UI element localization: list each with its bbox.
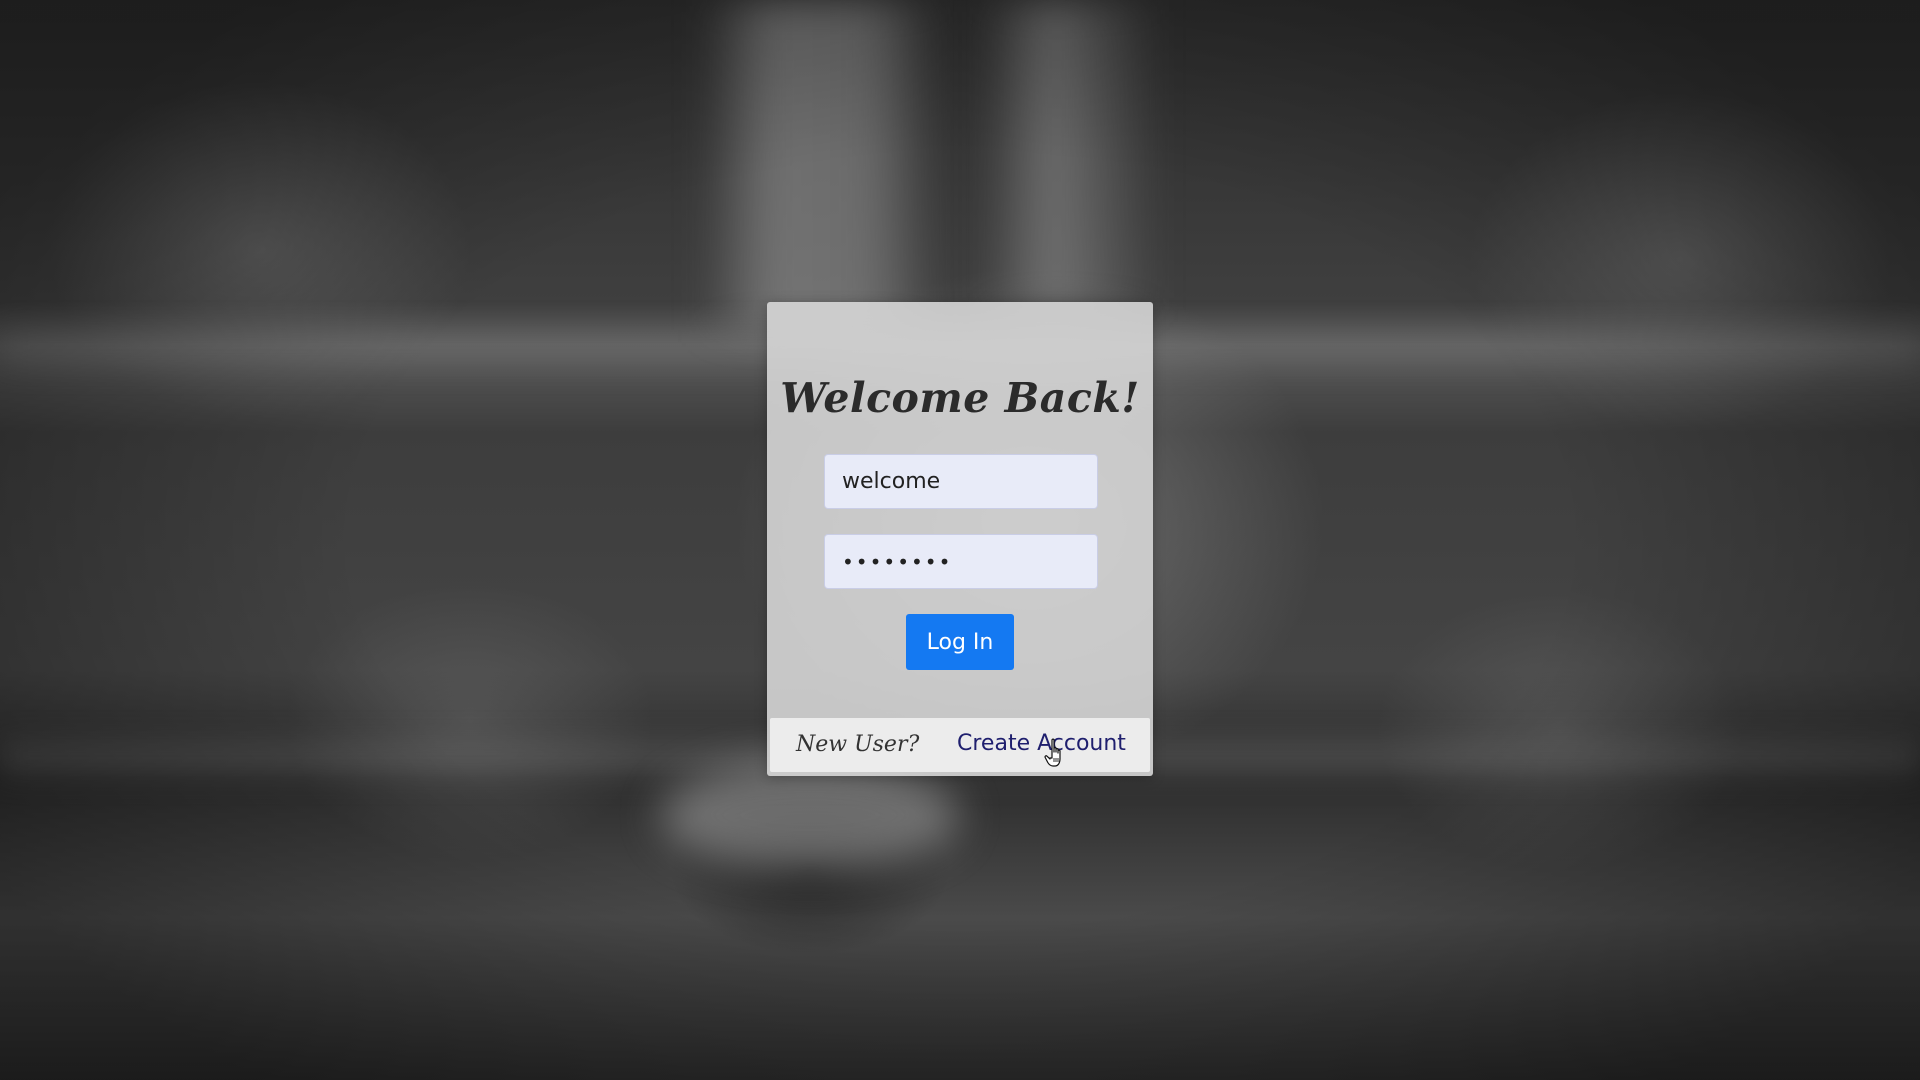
login-button[interactable]: Log In (906, 614, 1014, 670)
hand-pointer-icon (1044, 738, 1061, 767)
login-title: Welcome Back! (780, 374, 1140, 422)
new-user-label: New User? (796, 732, 920, 757)
signup-footer: New User? Create Account (770, 718, 1150, 772)
login-card: Welcome Back! Log In New User? Create Ac… (767, 302, 1153, 776)
create-account-link[interactable]: Create Account (957, 731, 1126, 756)
username-input[interactable] (824, 454, 1098, 509)
password-input[interactable] (824, 534, 1098, 589)
